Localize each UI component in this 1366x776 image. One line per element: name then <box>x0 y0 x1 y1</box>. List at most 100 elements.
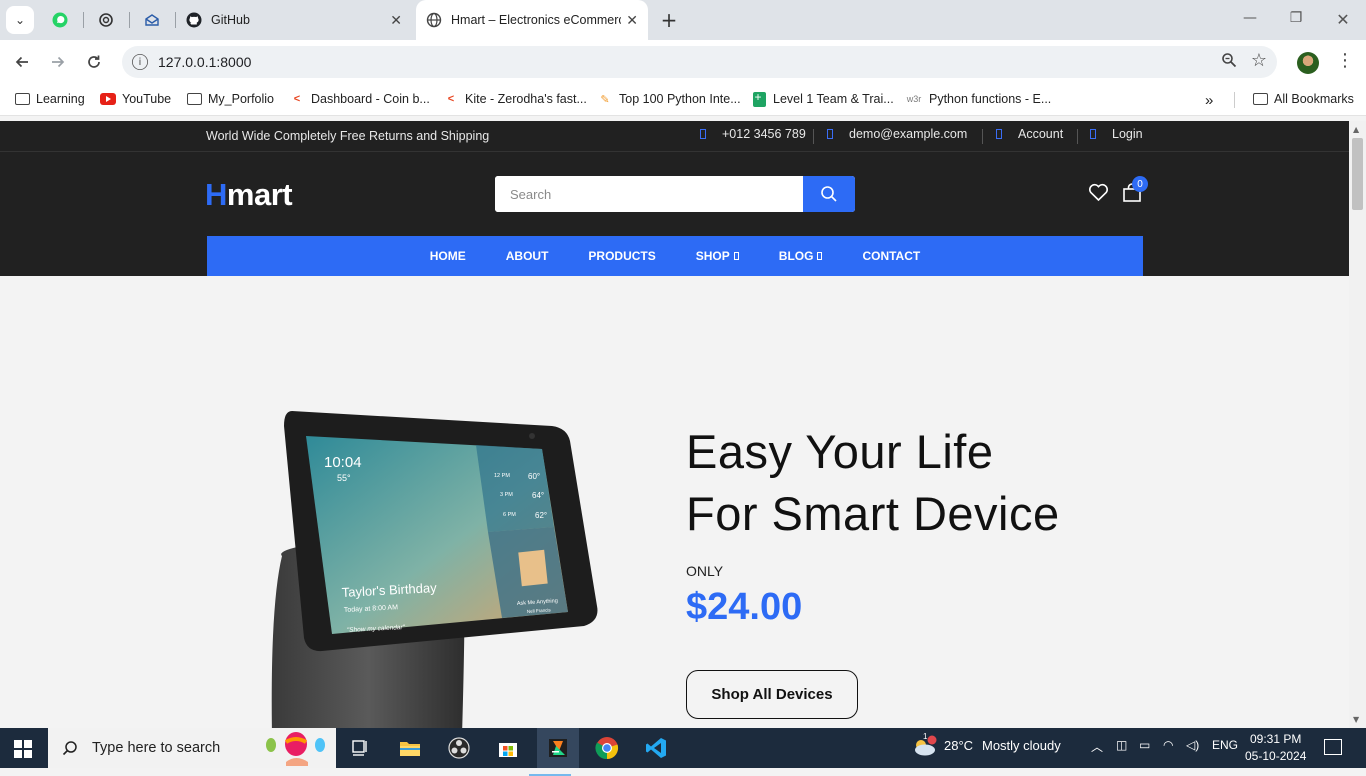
scroll-up-arrow-icon[interactable]: ▲ <box>1353 125 1359 134</box>
browser-toolbar: i 127.0.0.1:8000 ☆ ⋮ <box>0 40 1366 84</box>
email-link[interactable]: demo@example.com <box>827 127 967 141</box>
close-tab-icon[interactable]: ✕ <box>626 12 638 29</box>
taskbar-vscode[interactable] <box>643 736 669 760</box>
back-arrow-icon <box>15 56 28 68</box>
tab-mail[interactable] <box>134 6 170 34</box>
wishlist-button[interactable] <box>1088 183 1109 206</box>
main-nav: HOME ABOUT PRODUCTS SHOP BLOG CONTACT <box>207 236 1143 276</box>
nav-home[interactable]: HOME <box>430 249 466 263</box>
address-bar[interactable]: i 127.0.0.1:8000 ☆ <box>122 46 1277 78</box>
bookmark-coin-dashboard[interactable]: < Dashboard - Coin b... <box>289 92 430 106</box>
forecast-time-2: 3 PM <box>500 492 513 498</box>
bookmark-kite[interactable]: < Kite - Zerodha's fast... <box>443 92 587 106</box>
restore-button[interactable]: ❐ <box>1273 10 1319 26</box>
login-icon <box>1090 129 1096 139</box>
obs-icon <box>448 737 470 759</box>
weather-badge: 1 <box>923 732 928 741</box>
store-icon <box>499 743 517 757</box>
bookmarks-bar: Learning YouTube My_Porfolio < Dashboard… <box>0 84 1366 116</box>
price-prefix: ONLY <box>686 563 724 579</box>
task-view-button[interactable] <box>348 736 374 760</box>
search-icon <box>62 741 77 756</box>
nav-blog[interactable]: BLOG <box>779 249 823 263</box>
taskbar-search[interactable]: Type here to search <box>48 728 336 768</box>
tab-strip: ⌄ GitHub ✕ Hmart – Electronics eCommerce… <box>0 0 1366 40</box>
bookmark-level-1-team[interactable]: Level 1 Team & Trai... <box>751 90 894 107</box>
nav-contact[interactable]: CONTACT <box>862 249 920 263</box>
all-bookmarks[interactable]: All Bookmarks <box>1252 92 1354 106</box>
site-logo[interactable]: Hmart <box>205 177 293 213</box>
bookmark-learning[interactable]: Learning <box>14 92 85 106</box>
taskbar-obs[interactable] <box>446 736 472 760</box>
youtube-icon <box>100 92 116 106</box>
bookmarks-overflow-button[interactable]: » <box>1205 92 1213 109</box>
bookmark-top-100-python[interactable]: ✎ Top 100 Python Inte... <box>597 92 740 106</box>
browser-menu-icon[interactable]: ⋮ <box>1336 50 1354 71</box>
folder-icon <box>1252 92 1268 106</box>
url-text[interactable]: 127.0.0.1:8000 <box>158 54 251 70</box>
screen-time: 10:04 <box>324 454 362 471</box>
page-scrollbar[interactable]: ▲ ▼ <box>1349 121 1366 728</box>
close-window-button[interactable]: ✕ <box>1320 10 1366 29</box>
scrollbar-thumb[interactable] <box>1352 138 1363 210</box>
show-hidden-icons-icon[interactable]: ︿ <box>1091 738 1103 755</box>
system-clock[interactable]: 09:31 PM 05-10-2024 <box>1245 731 1306 765</box>
new-tab-button[interactable]: + <box>657 8 681 32</box>
nav-about[interactable]: ABOUT <box>506 249 549 263</box>
taskbar-chrome[interactable] <box>594 736 620 760</box>
bookmark-my-porfolio[interactable]: My_Porfolio <box>186 92 274 106</box>
chatgpt-icon <box>99 13 113 27</box>
forecast-time-1: 12 PM <box>494 473 510 479</box>
meet-now-icon[interactable]: ◫ <box>1116 738 1127 752</box>
close-tab-icon[interactable]: ✕ <box>390 12 402 29</box>
taskbar-file-explorer[interactable] <box>397 736 423 760</box>
forecast-time-3: 6 PM <box>503 512 516 518</box>
battery-icon[interactable]: ▭ <box>1139 738 1150 752</box>
tab-hmart[interactable]: Hmart – Electronics eCommerce ✕ <box>416 0 648 40</box>
smart-display-image: 10:04 55° Taylor's Birthday Today at 8:0… <box>271 411 598 728</box>
site-header: Hmart 0 HOME ABOUT PRODUCTS SHOP BLOG CO… <box>0 152 1349 276</box>
forward-button[interactable] <box>47 51 69 73</box>
chrome-icon <box>595 737 619 760</box>
bookmark-python-functions[interactable]: w3r Python functions - E... <box>905 92 1052 106</box>
shop-all-devices-button[interactable]: Shop All Devices <box>686 670 858 719</box>
windows-taskbar: Type here to search 1 28°C Mostly cloudy… <box>0 728 1366 776</box>
notification-center-icon[interactable] <box>1324 739 1342 755</box>
hero-heading: Easy Your Life For Smart Device <box>686 425 1060 540</box>
site-info-icon[interactable]: i <box>132 54 148 70</box>
tab-whatsapp[interactable] <box>42 6 78 34</box>
wifi-icon[interactable]: ◠ <box>1163 738 1173 752</box>
search-form <box>495 176 855 212</box>
cart-count-badge: 0 <box>1132 176 1148 192</box>
profile-avatar[interactable] <box>1297 52 1319 74</box>
whatsapp-icon <box>52 12 68 28</box>
language-indicator[interactable]: ENG <box>1212 738 1238 752</box>
reload-button[interactable] <box>83 51 105 73</box>
account-link[interactable]: Account <box>996 127 1063 141</box>
tab-chatgpt[interactable] <box>88 6 124 34</box>
divider <box>1077 129 1078 144</box>
pen-icon: ✎ <box>600 93 610 106</box>
windows-start-button[interactable] <box>14 740 32 758</box>
zoom-icon[interactable] <box>1221 52 1237 72</box>
mail-icon <box>145 14 159 26</box>
reload-icon <box>88 55 100 68</box>
scroll-down-arrow-icon[interactable]: ▼ <box>1353 715 1359 724</box>
minimize-button[interactable]: — <box>1227 10 1273 26</box>
taskbar-store[interactable] <box>495 736 521 760</box>
nav-shop[interactable]: SHOP <box>696 249 739 263</box>
forecast-value-2: 64° <box>532 491 544 500</box>
nav-products[interactable]: PRODUCTS <box>588 249 655 263</box>
login-link[interactable]: Login <box>1090 127 1143 141</box>
bookmark-star-icon[interactable]: ☆ <box>1251 50 1267 71</box>
bookmark-youtube[interactable]: YouTube <box>100 92 171 106</box>
back-button[interactable] <box>11 51 33 73</box>
tab-github[interactable]: GitHub ✕ <box>176 0 412 40</box>
search-button[interactable] <box>803 176 855 212</box>
volume-icon[interactable]: ◁) <box>1186 738 1199 752</box>
search-input[interactable] <box>495 176 803 212</box>
taskbar-search-text: Type here to search <box>92 740 221 756</box>
tab-search-button[interactable]: ⌄ <box>6 6 34 34</box>
taskbar-pycharm[interactable] <box>529 728 579 776</box>
phone-link[interactable]: +012 3456 789 <box>700 127 806 141</box>
